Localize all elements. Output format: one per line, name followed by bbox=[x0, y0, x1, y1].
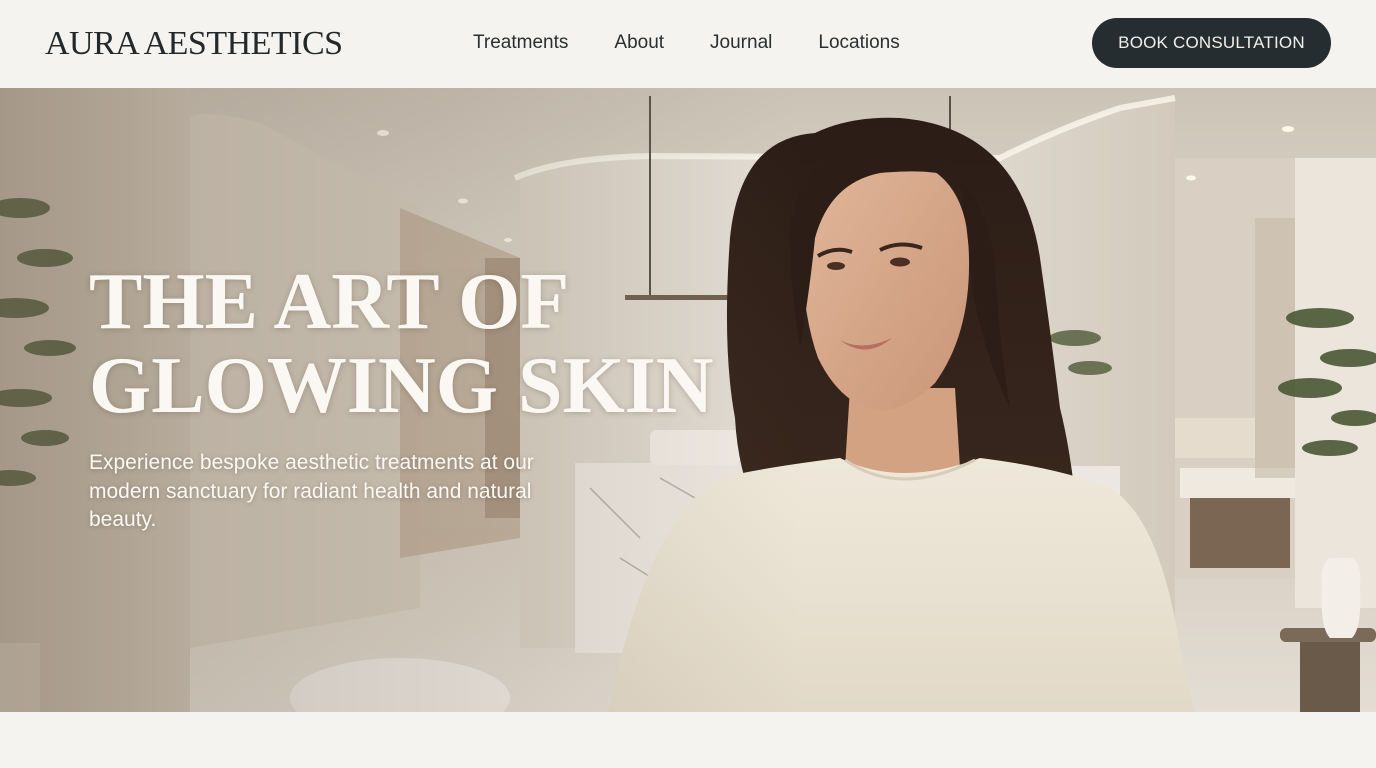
nav-link-treatments[interactable]: Treatments bbox=[473, 30, 568, 56]
nav-link-journal[interactable]: Journal bbox=[710, 30, 772, 56]
book-consultation-button[interactable]: BOOK CONSULTATION bbox=[1092, 18, 1331, 68]
hero-section: THE ART OF GLOWING SKIN Experience bespo… bbox=[0, 88, 1376, 712]
site-header: AURA AESTHETICS Treatments About Journal… bbox=[0, 0, 1376, 88]
brand-logo[interactable]: AURA AESTHETICS bbox=[45, 24, 343, 64]
nav-link-locations[interactable]: Locations bbox=[818, 30, 899, 56]
hero-headline-line-2: GLOWING SKIN bbox=[89, 342, 714, 430]
nav-link-about[interactable]: About bbox=[614, 30, 664, 56]
hero-headline: THE ART OF GLOWING SKIN bbox=[89, 260, 714, 428]
page-continuation bbox=[0, 712, 1376, 768]
hero-subtext: Experience bespoke aesthetic treatments … bbox=[89, 451, 534, 531]
main-nav: Treatments About Journal Locations bbox=[473, 30, 900, 56]
hero-headline-line-1: THE ART OF bbox=[89, 258, 570, 346]
